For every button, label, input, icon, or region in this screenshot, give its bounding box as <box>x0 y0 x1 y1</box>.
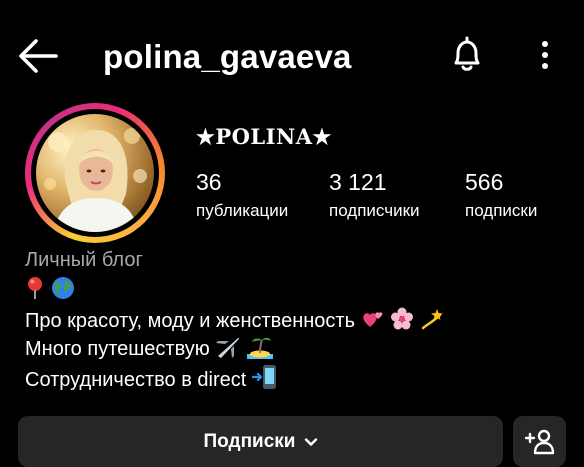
globe-emoji <box>51 277 74 299</box>
posts-count-label: публикации <box>196 201 289 220</box>
following-dropdown-button[interactable]: Подписки <box>18 416 503 467</box>
bio-about-text: Про красоту, моду и женственность <box>25 310 355 332</box>
posts-count-value: 36 <box>196 169 222 195</box>
bell-icon <box>454 36 480 71</box>
profile-photo <box>44 128 147 232</box>
arrow-left-icon <box>19 39 58 73</box>
profile-header: polina_gavaeva <box>0 0 584 110</box>
following-count-label: подписки <box>465 201 538 220</box>
mobile-phone-arrow-emoji <box>251 365 276 389</box>
two-hearts-emoji <box>362 312 382 327</box>
bio-line-travel: Много путешествую <box>25 335 273 362</box>
profile-category: Личный блог <box>25 249 143 271</box>
posts-count[interactable]: 36 публикации <box>196 168 288 222</box>
more-vertical-icon <box>542 41 548 69</box>
following-count-value: 566 <box>465 169 504 195</box>
dizzy-emoji <box>421 309 443 330</box>
desert-island-emoji <box>246 337 273 359</box>
followers-count[interactable]: 3 121 подписчики <box>329 168 420 222</box>
display-name: ★POLINA★ <box>196 124 332 149</box>
bio-contact-text: Сотрудничество в direct <box>25 369 247 391</box>
profile-username: polina_gavaeva <box>103 38 352 75</box>
bio-line-about: Про красоту, моду и женственность <box>25 307 444 334</box>
round-pushpin-emoji <box>28 277 42 299</box>
story-ring[interactable] <box>25 103 165 243</box>
following-count[interactable]: 566 подписки <box>465 168 537 222</box>
notifications-button[interactable] <box>447 35 487 75</box>
chevron-down-icon <box>304 437 317 446</box>
suggested-users-button[interactable] <box>513 416 566 467</box>
cherry-blossom-emoji <box>391 307 414 330</box>
followers-count-label: подписчики <box>329 201 420 220</box>
bio-travel-text: Много путешествую <box>25 338 210 360</box>
more-options-button[interactable] <box>532 36 558 74</box>
bio-line-contact: Сотрудничество в direct <box>25 364 278 393</box>
airplane-emoji <box>216 337 240 358</box>
following-button-label: Подписки <box>203 430 296 452</box>
back-button[interactable] <box>16 36 60 76</box>
add-user-icon <box>524 429 554 454</box>
profile-avatar <box>36 114 154 232</box>
followers-count-value: 3 121 <box>329 169 387 195</box>
bio-line-emoji <box>25 276 75 303</box>
